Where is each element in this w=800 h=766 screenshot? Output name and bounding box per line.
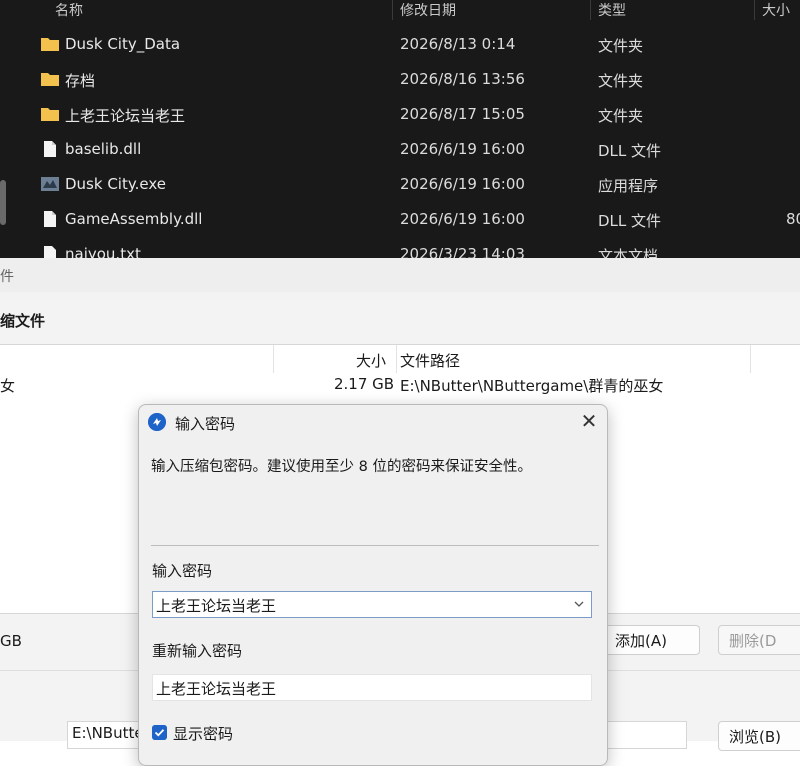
file-row[interactable]: GameAssembly.dll 2026/6/19 16:00 DLL 文件 …: [0, 203, 800, 237]
folder-icon: [41, 38, 59, 51]
file-date: 2026/6/19 16:00: [400, 140, 525, 158]
file-name: naiyou.txt: [65, 245, 141, 258]
page-title: 缩文件: [0, 312, 46, 330]
exe-icon: [41, 177, 59, 191]
close-icon[interactable]: ✕: [577, 409, 601, 433]
file-name: 上老王论坛当老王: [65, 107, 186, 125]
file-row[interactable]: Dusk City_Data 2026/8/13 0:14 文件夹: [0, 28, 800, 62]
file-date: 2026/6/19 16:00: [400, 210, 525, 228]
file-type: 文件夹: [598, 37, 644, 55]
file-type: 文件夹: [598, 72, 644, 90]
column-header-type[interactable]: 类型: [598, 0, 626, 20]
password-value: 上老王论坛当老王: [156, 597, 277, 615]
file-type: 文件夹: [598, 107, 644, 125]
password-dialog: 输入密码 ✕ 输入压缩包密码。建议使用至少 8 位的密码来保证安全性。 输入密码…: [138, 404, 608, 766]
file-name: 存档: [65, 72, 96, 90]
file-name: Dusk City.exe: [65, 175, 166, 193]
retype-password-input[interactable]: 上老王论坛当老王: [152, 674, 592, 701]
file-explorer-list: 名称 修改日期 类型 大小 Dusk City_Data 2026/8/13 0…: [0, 0, 800, 258]
add-button[interactable]: 添加(A): [604, 625, 700, 655]
divider: [151, 545, 599, 546]
column-header-size[interactable]: 大小: [762, 0, 790, 20]
total-size-text: GB: [0, 632, 22, 650]
file-type: 文本文档: [598, 247, 659, 258]
dialog-message: 输入压缩包密码。建议使用至少 8 位的密码来保证安全性。: [151, 459, 532, 475]
file-icon: [44, 246, 56, 258]
file-date: 2026/8/17 15:05: [400, 105, 525, 123]
column-divider: [396, 345, 397, 373]
column-header-size[interactable]: 大小: [356, 350, 386, 371]
chevron-down-icon[interactable]: [572, 597, 586, 611]
file-date: 2026/8/16 13:56: [400, 70, 525, 88]
file-row[interactable]: 存档 2026/8/16 13:56 文件夹: [0, 63, 800, 97]
file-row[interactable]: naiyou.txt 2026/3/23 14:03 文本文档: [0, 238, 800, 258]
file-icon: [44, 141, 56, 157]
file-row[interactable]: 上老王论坛当老王 2026/8/17 15:05 文件夹: [0, 98, 800, 132]
browse-button[interactable]: 浏览(B): [718, 721, 800, 751]
window-titlebar: 件: [0, 258, 800, 292]
file-date: 2026/8/13 0:14: [400, 35, 516, 53]
column-divider: [273, 345, 274, 373]
show-password-checkbox[interactable]: [152, 725, 167, 740]
column-divider: [750, 345, 751, 373]
dialog-title: 输入密码: [175, 415, 236, 433]
retype-password-label: 重新输入密码: [152, 642, 243, 660]
folder-icon: [41, 108, 59, 121]
file-row[interactable]: baselib.dll 2026/6/19 16:00 DLL 文件: [0, 133, 800, 167]
column-divider: [590, 0, 591, 20]
column-header-name[interactable]: 名称: [55, 0, 83, 20]
column-divider: [754, 0, 755, 20]
file-name: baselib.dll: [65, 140, 142, 158]
file-type: 应用程序: [598, 177, 659, 195]
file-size: 80: [786, 210, 800, 228]
file-icon: [44, 211, 56, 227]
retype-password-value: 上老王论坛当老王: [156, 680, 277, 698]
list-item-path: E:\NButter\NButtergame\群青的巫女: [400, 377, 664, 395]
window-title-text: 件: [0, 269, 14, 285]
password-label: 输入密码: [152, 562, 213, 580]
folder-icon: [41, 73, 59, 86]
file-name: GameAssembly.dll: [65, 210, 203, 228]
column-divider: [392, 0, 393, 20]
file-date: 2026/3/23 14:03: [400, 245, 525, 258]
list-item-size: 2.17 GB: [334, 375, 395, 393]
column-header-date[interactable]: 修改日期: [400, 0, 456, 20]
file-name: Dusk City_Data: [65, 35, 181, 53]
column-header-path[interactable]: 文件路径: [400, 350, 460, 371]
file-date: 2026/6/19 16:00: [400, 175, 525, 193]
file-row[interactable]: Dusk City.exe 2026/6/19 16:00 应用程序: [0, 168, 800, 202]
list-item-name[interactable]: 女: [0, 375, 15, 396]
output-path-value: E:\NButte: [72, 724, 144, 742]
app-logo-icon: [148, 413, 166, 431]
file-type: DLL 文件: [598, 142, 662, 160]
delete-button[interactable]: 删除(D: [718, 625, 800, 655]
password-input[interactable]: 上老王论坛当老王: [152, 591, 592, 618]
file-type: DLL 文件: [598, 212, 662, 230]
